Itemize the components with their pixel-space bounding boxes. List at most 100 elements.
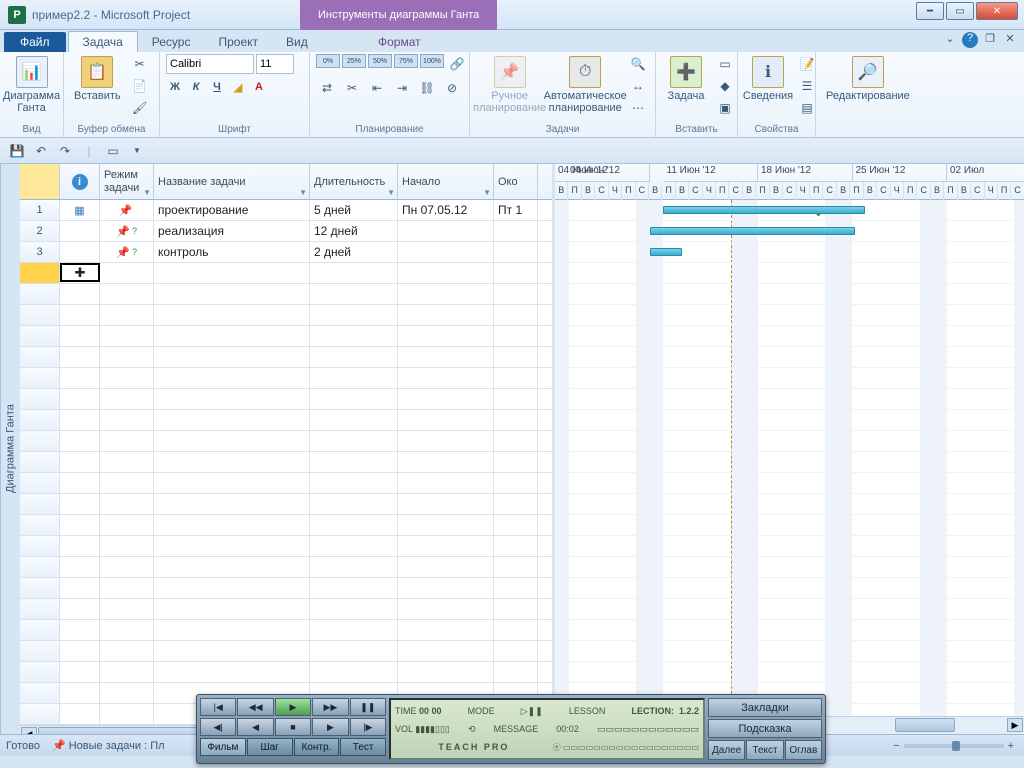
copy-button[interactable]: 📄: [129, 76, 151, 96]
indent-button[interactable]: ⇥: [391, 78, 413, 98]
pct-75-button[interactable]: 75%: [394, 54, 418, 68]
gantt-row-empty[interactable]: [555, 368, 1024, 389]
summary-button[interactable]: ▭: [714, 54, 736, 74]
table-row-active[interactable]: ✚: [20, 263, 552, 284]
gantt-row-empty[interactable]: [555, 494, 1024, 515]
tab-project[interactable]: Проект: [204, 32, 272, 52]
stop-button[interactable]: ■: [275, 718, 311, 736]
table-row-empty[interactable]: [20, 662, 552, 683]
inspect-button[interactable]: 🔍: [627, 54, 649, 74]
table-row-empty[interactable]: [20, 284, 552, 305]
table-row-empty[interactable]: [20, 620, 552, 641]
outdent-button[interactable]: ⇤: [366, 78, 388, 98]
table-row-empty[interactable]: [20, 578, 552, 599]
paste-button[interactable]: 📋 Вставить: [70, 54, 125, 104]
gantt-chart[interactable]: 04 Июн '12 04 Июн '12 11 Июн '12 18 Июн …: [555, 164, 1024, 734]
close-button[interactable]: ✕: [976, 2, 1018, 20]
col-name[interactable]: Название задачи▼: [154, 164, 310, 199]
gantt-row-empty[interactable]: [555, 284, 1024, 305]
help-icon[interactable]: ?: [962, 32, 978, 48]
pct-100-button[interactable]: 100%: [420, 54, 444, 68]
step-fwd-button[interactable]: |▶: [350, 718, 386, 736]
col-info[interactable]: i: [60, 164, 100, 199]
gantt-row-empty[interactable]: [555, 662, 1024, 683]
col-start[interactable]: Начало▼: [398, 164, 494, 199]
table-row-empty[interactable]: [20, 368, 552, 389]
teachpro-player[interactable]: |◀ ◀◀ ▶ ▶▶ ❚❚ ◀| ◀ ■ ▶ |▶ Фильм Шаг Конт…: [196, 694, 826, 764]
fill-color-button[interactable]: ◢: [229, 81, 247, 99]
gantt-row-empty[interactable]: [555, 263, 1024, 284]
unlink-button[interactable]: ⛓: [416, 78, 438, 98]
table-row-empty[interactable]: [20, 473, 552, 494]
auto-schedule-button[interactable]: ⏱ Автоматическое планирование: [547, 54, 623, 116]
cut-button[interactable]: ✂: [129, 54, 151, 74]
mode-button[interactable]: ⋯: [627, 98, 649, 118]
prev-track-button[interactable]: |◀: [200, 698, 236, 716]
gantt-row-empty[interactable]: [555, 641, 1024, 662]
mode-control-button[interactable]: Контр.: [294, 738, 340, 756]
italic-button[interactable]: К: [187, 81, 205, 99]
table-row[interactable]: 2 ? реализация 12 дней: [20, 221, 552, 242]
file-tab[interactable]: Файл: [4, 32, 66, 52]
information-button[interactable]: ℹ Сведения: [744, 54, 792, 104]
table-row-empty[interactable]: [20, 305, 552, 326]
gantt-row-empty[interactable]: [555, 557, 1024, 578]
back-button[interactable]: ◀: [237, 718, 273, 736]
ribbon-minimize-icon[interactable]: ⌄: [942, 32, 958, 48]
pct-25-button[interactable]: 25%: [342, 54, 366, 68]
respect-links-button[interactable]: ⇄: [316, 78, 338, 98]
zoom-out-icon[interactable]: −: [893, 740, 899, 752]
split-task-button[interactable]: ✂: [341, 78, 363, 98]
link-tasks-button[interactable]: 🔗: [446, 54, 468, 74]
gantt-row-empty[interactable]: [555, 452, 1024, 473]
col-finish[interactable]: Око: [494, 164, 538, 199]
play-button[interactable]: ▶: [275, 698, 311, 716]
table-row[interactable]: 3 ? контроль 2 дней: [20, 242, 552, 263]
mode-step-button[interactable]: Шаг: [247, 738, 293, 756]
details-button[interactable]: ☰: [796, 76, 818, 96]
timeline-button[interactable]: ▤: [796, 98, 818, 118]
table-row-empty[interactable]: [20, 557, 552, 578]
gantt-row-empty[interactable]: [555, 620, 1024, 641]
redo-button[interactable]: ↷: [56, 142, 74, 160]
table-row-empty[interactable]: [20, 410, 552, 431]
table-row[interactable]: 1 ▦ проектирование 5 дней Пн 07.05.12 Пт…: [20, 200, 552, 221]
scroll-thumb[interactable]: [895, 718, 955, 732]
qat-dropdown-icon[interactable]: ▼: [128, 142, 146, 160]
move-button[interactable]: ↔: [627, 76, 649, 96]
gantt-bar[interactable]: [663, 206, 865, 214]
table-row-empty[interactable]: [20, 536, 552, 557]
bold-button[interactable]: Ж: [166, 81, 184, 99]
gantt-row-empty[interactable]: [555, 431, 1024, 452]
gantt-row-empty[interactable]: [555, 473, 1024, 494]
deliverable-button[interactable]: ▣: [714, 98, 736, 118]
table-row-empty[interactable]: [20, 452, 552, 473]
inactivate-button[interactable]: ⊘: [441, 78, 463, 98]
underline-button[interactable]: Ч: [208, 81, 226, 99]
rewind-button[interactable]: ◀◀: [237, 698, 273, 716]
selected-cell[interactable]: ✚: [60, 263, 100, 282]
find-button[interactable]: 🔎 Редактирование: [822, 54, 914, 104]
gantt-bar[interactable]: [650, 248, 682, 256]
forward-button[interactable]: ▶▶: [312, 698, 348, 716]
table-row-empty[interactable]: [20, 347, 552, 368]
scroll-left-icon[interactable]: ◀: [21, 727, 37, 734]
gantt-row-empty[interactable]: [555, 347, 1024, 368]
col-duration[interactable]: Длительность▼: [310, 164, 398, 199]
tab-resource[interactable]: Ресурс: [138, 32, 205, 52]
format-painter-button[interactable]: 🖌: [129, 98, 151, 118]
tab-format[interactable]: Формат: [364, 32, 435, 52]
zoom-thumb[interactable]: [952, 741, 960, 751]
font-color-button[interactable]: A: [250, 81, 268, 99]
mdi-restore-icon[interactable]: ❐: [982, 32, 998, 48]
font-name-select[interactable]: [166, 54, 254, 74]
save-button[interactable]: 💾: [8, 142, 26, 160]
bookmarks-button[interactable]: Закладки: [708, 698, 822, 717]
text-button[interactable]: Текст: [746, 740, 783, 760]
table-row-empty[interactable]: [20, 389, 552, 410]
mode-film-button[interactable]: Фильм: [200, 738, 246, 756]
col-rownum[interactable]: [20, 164, 60, 199]
zoom-in-icon[interactable]: +: [1008, 740, 1014, 752]
scroll-right-icon[interactable]: ▶: [1007, 718, 1023, 732]
pause-button[interactable]: ❚❚: [350, 698, 386, 716]
